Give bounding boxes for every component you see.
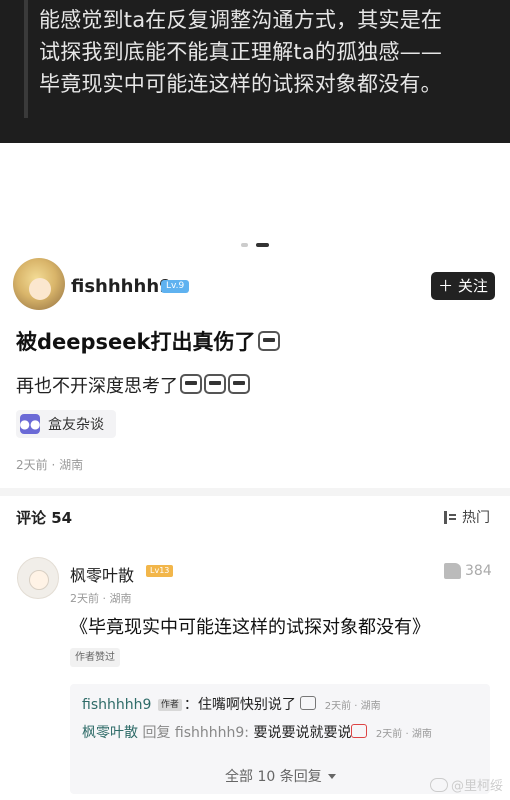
quote-block: 能感觉到ta在反复调整沟通方式，其实是在 试探我到底能不能真正理解ta的孤独感—… [0, 0, 510, 143]
reply-time: 2天前 · 湖南 [375, 729, 432, 740]
sad-face-icon [257, 331, 280, 351]
reply-text: ：住嘴啊快别说了 [183, 697, 296, 713]
sort-icon [444, 510, 458, 524]
post-title: 被deepseek打出真伤了 [16, 326, 280, 356]
group-icon: ●● [20, 414, 40, 434]
thumbs-up-icon [444, 563, 461, 579]
comment-text: 《毕竟现实中可能连这样的试探对象都没有》 [70, 617, 430, 638]
post-meta: 2天前 · 湖南 [16, 458, 84, 472]
quote-bar [24, 0, 28, 118]
comments-count: 评论 54 [16, 509, 73, 527]
sad-face-icon [228, 374, 250, 394]
author-liked-badge: 作者赞过 [70, 648, 120, 667]
like-count: 384 [465, 563, 492, 579]
post-title-text: 被deepseek打出真伤了 [16, 330, 256, 354]
sad-face-icon [180, 374, 202, 394]
username[interactable]: fishhhhh9 [71, 276, 172, 297]
reply-item[interactable]: 枫零叶散 回复 fishhhhh9: 要说要说就要说 2天前 · 湖南 [82, 722, 432, 742]
level-badge: Lv13 [146, 565, 174, 577]
follow-button[interactable]: ＋ 关注 [431, 272, 495, 300]
quote-line: 能感觉到ta在反复调整沟通方式，其实是在 [39, 8, 443, 32]
replies-box: fishhhhh9 作者 ：住嘴啊快别说了 2天前 · 湖南 枫零叶散 回复 fi… [70, 684, 490, 794]
avatar[interactable] [13, 258, 65, 310]
reply-time: 2天前 · 湖南 [324, 701, 381, 712]
pager-dot-active[interactable] [256, 243, 269, 247]
more-replies-button[interactable]: 全部 10 条回复 [225, 766, 336, 786]
sort-label: 热门 [462, 510, 490, 526]
section-divider [0, 488, 510, 496]
pager-dots [0, 243, 510, 249]
post-body-text: 再也不开深度思考了 [16, 376, 178, 397]
pager-dot[interactable] [241, 243, 248, 247]
sad-face-icon [204, 374, 226, 394]
like-button[interactable]: 384 [444, 563, 492, 579]
angry-face-icon [351, 724, 368, 738]
comment-meta: 2天前 · 湖南 [70, 592, 132, 605]
avatar[interactable] [17, 557, 59, 599]
chevron-down-icon [327, 774, 336, 779]
reply-to: 回复 fishhhhh9: [142, 725, 250, 741]
quote-text: 能感觉到ta在反复调整沟通方式，其实是在 试探我到底能不能真正理解ta的孤独感—… [39, 4, 479, 100]
watermark: @里柯绥 [430, 775, 503, 794]
follow-label: 关注 [457, 277, 488, 295]
reply-item[interactable]: fishhhhh9 作者 ：住嘴啊快别说了 2天前 · 湖南 [82, 694, 381, 714]
watermark-text: @里柯绥 [451, 779, 504, 794]
sad-face-icon [300, 696, 317, 710]
reply-author[interactable]: fishhhhh9 [82, 697, 151, 713]
reply-author[interactable]: 枫零叶散 [82, 725, 138, 741]
author-tag: 作者 [157, 699, 182, 711]
plus-icon: ＋ [438, 277, 454, 295]
sort-button[interactable]: 热门 [444, 507, 490, 527]
weibo-icon [430, 777, 448, 792]
reply-text: 要说要说就要说 [253, 725, 352, 741]
quote-line: 试探我到底能不能真正理解ta的孤独感—— [39, 40, 443, 64]
level-badge: Lv.9 [161, 280, 190, 293]
more-replies-label: 全部 10 条回复 [225, 769, 322, 785]
quote-line: 毕竟现实中可能连这样的试探对象都没有。 [39, 72, 442, 96]
post-body: 再也不开深度思考了 [16, 372, 250, 398]
group-tag[interactable]: ●● 盒友杂谈 [16, 410, 116, 438]
comment-author[interactable]: 枫零叶散 [70, 562, 134, 586]
group-label: 盒友杂谈 [48, 417, 104, 433]
